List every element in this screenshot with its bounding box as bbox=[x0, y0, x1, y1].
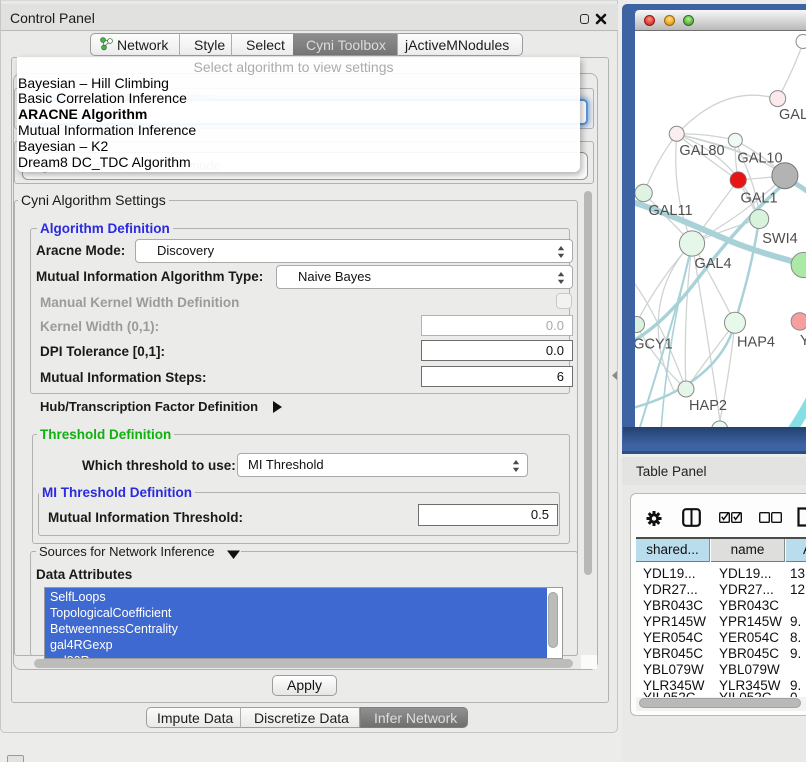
svg-text:GAL1: GAL1 bbox=[740, 191, 777, 207]
svg-text:SWI4: SWI4 bbox=[762, 231, 797, 247]
svg-text:GAL10: GAL10 bbox=[737, 151, 782, 167]
svg-text:HAP4: HAP4 bbox=[737, 335, 775, 351]
svg-text:GAL4: GAL4 bbox=[694, 256, 731, 272]
svg-text:Y: Y bbox=[800, 333, 806, 349]
svg-text:GAL7: GAL7 bbox=[779, 107, 806, 123]
svg-text:GCY1: GCY1 bbox=[635, 337, 673, 353]
svg-text:GAL80: GAL80 bbox=[679, 143, 724, 159]
svg-text:HAP2: HAP2 bbox=[689, 398, 727, 414]
svg-text:GAL11: GAL11 bbox=[648, 203, 692, 219]
